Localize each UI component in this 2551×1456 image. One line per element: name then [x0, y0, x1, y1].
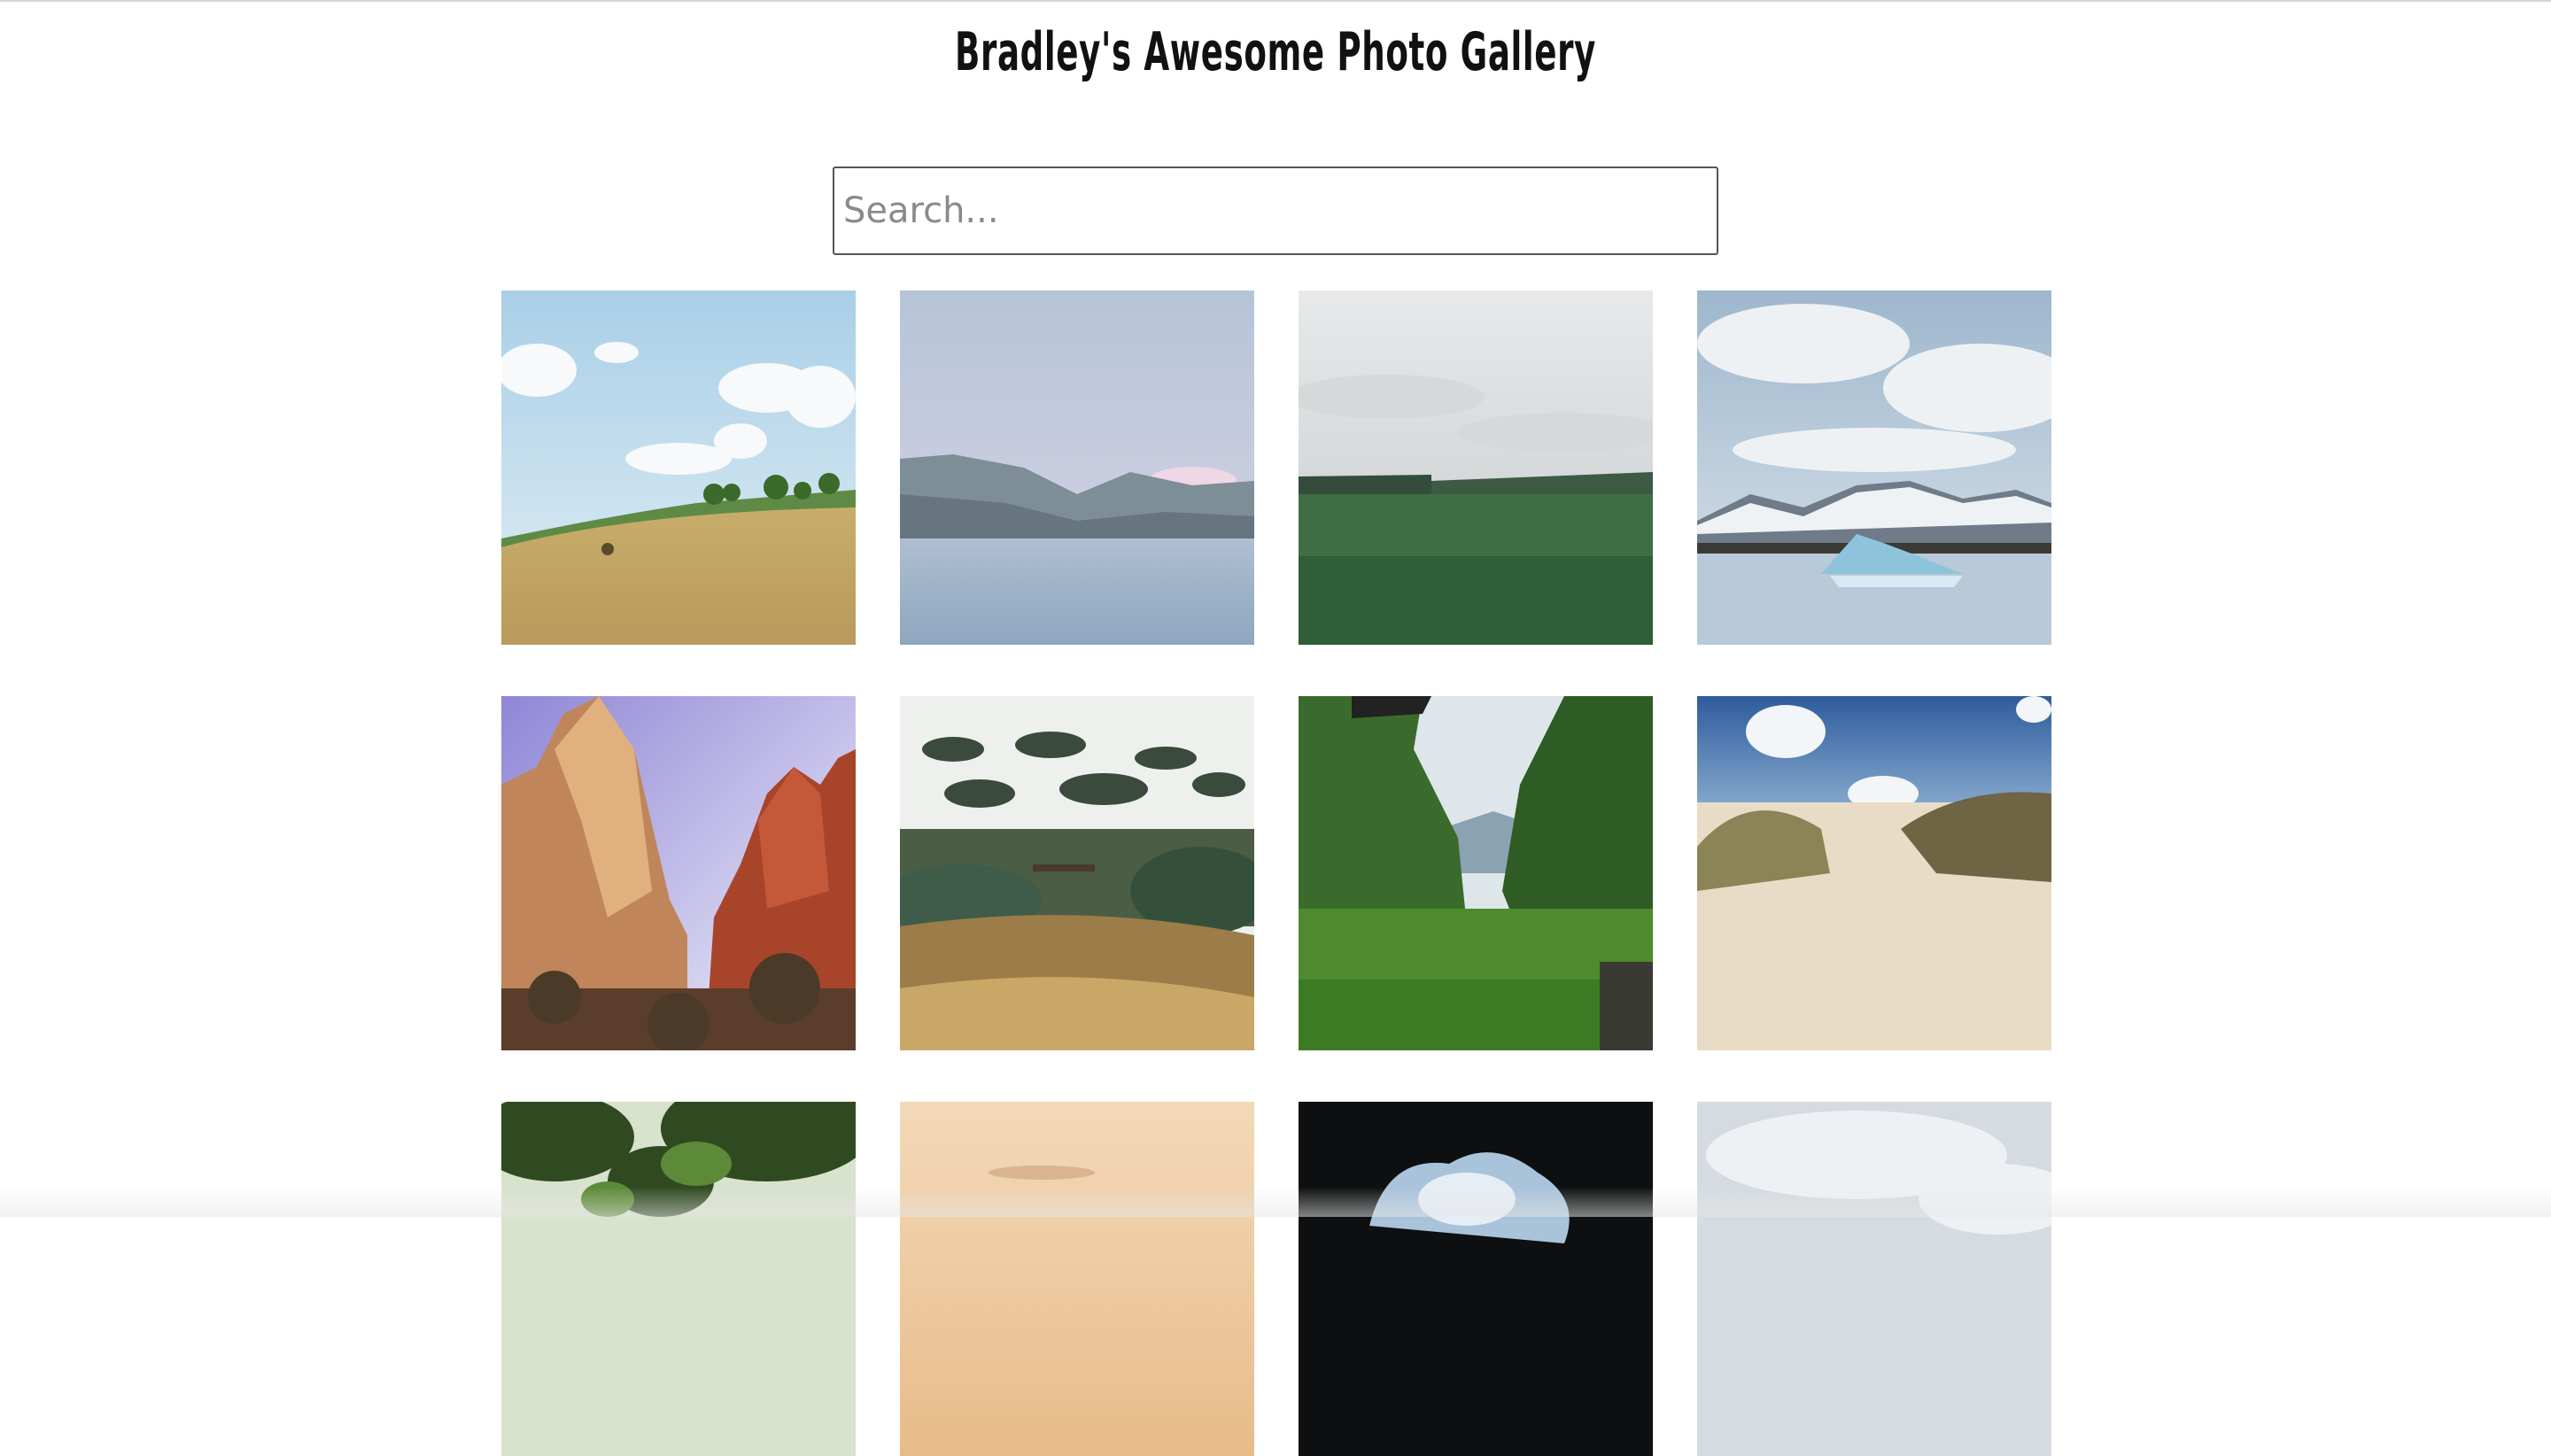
photo-green-plain[interactable]	[1299, 290, 1653, 645]
photo-hay-field[interactable]	[501, 290, 856, 645]
photo-hazy-sunset[interactable]	[900, 1102, 1254, 1456]
photo-sand-dunes[interactable]	[1697, 696, 2051, 1050]
bottom-fade	[0, 1187, 2551, 1217]
photo-red-canyon[interactable]	[501, 696, 856, 1050]
photo-mountain-lake[interactable]	[900, 290, 1254, 645]
photo-grid	[0, 2, 2551, 1456]
photo-garden-trees[interactable]	[900, 696, 1254, 1050]
photo-cloudy-sky[interactable]	[1697, 1102, 2051, 1456]
photo-cave-opening[interactable]	[1299, 1102, 1653, 1456]
photo-glacier-lagoon[interactable]	[1697, 290, 2051, 645]
photo-jungle-valley[interactable]	[1299, 696, 1653, 1050]
photo-forest-canopy[interactable]	[501, 1102, 856, 1456]
